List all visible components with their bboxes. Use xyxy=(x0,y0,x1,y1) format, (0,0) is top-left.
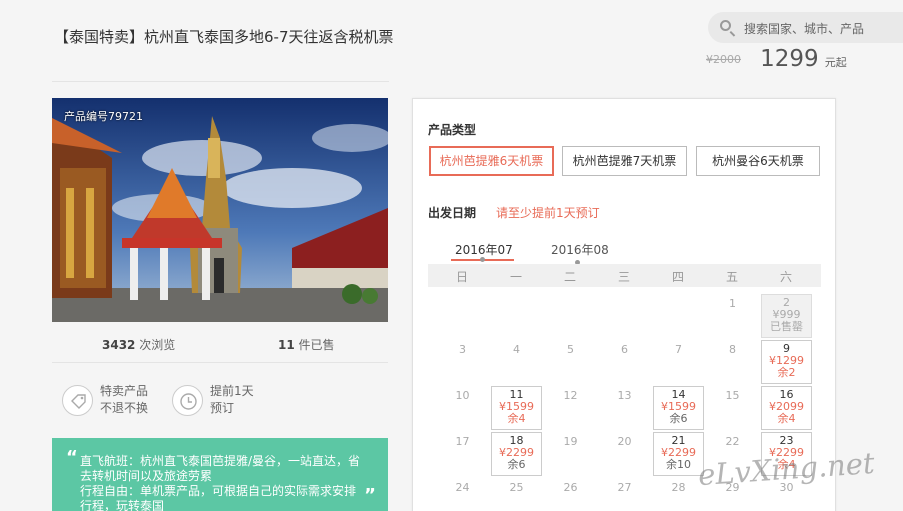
type-option[interactable]: 杭州芭提雅6天机票 xyxy=(429,146,554,176)
sold-count: 11 xyxy=(278,338,295,352)
stats-divider xyxy=(52,362,388,363)
search-box[interactable]: 搜索国家、城市、产品 xyxy=(708,12,903,43)
weekday-label: 三 xyxy=(617,270,630,284)
feature-line2: 不退不换 xyxy=(100,401,149,415)
calendar-day: 1 xyxy=(729,297,736,310)
calendar-day: 22 xyxy=(725,435,740,448)
calendar-day: 20 xyxy=(617,435,632,448)
calendar-day: 6 xyxy=(621,343,628,356)
calendar-day: 17 xyxy=(455,435,470,448)
sold-label: 件已售 xyxy=(298,338,335,352)
calendar-day-cell[interactable]: 11 ¥1599 余4 xyxy=(491,386,542,430)
notice-line: 行程自由：单机票产品，可根据自己的实际需求安排 xyxy=(80,484,357,498)
title-divider xyxy=(52,81,389,82)
current-price: 1299 xyxy=(760,46,819,72)
weekday-label: 六 xyxy=(779,270,792,284)
calendar-day-cell[interactable]: 21 ¥2299 余10 xyxy=(653,432,704,476)
notice-line: 去转机时间以及旅途劳累 xyxy=(80,469,213,483)
calendar-day: 5 xyxy=(567,343,574,356)
weekday-label: 一 xyxy=(509,270,522,284)
day-stock: 已售罄 xyxy=(770,320,803,333)
weekday-label: 五 xyxy=(725,270,738,284)
highlights-box: “ 直飞航班：杭州直飞泰国芭提雅/曼谷，一站直达，省 去转机时间以及旅途劳累 行… xyxy=(52,438,388,511)
clock-icon xyxy=(172,385,203,416)
month-tab-marker xyxy=(480,257,485,262)
search-input[interactable]: 搜索国家、城市、产品 xyxy=(744,20,864,37)
calendar-day-cell[interactable]: 16 ¥2099 余4 xyxy=(761,386,812,430)
calendar-day: 15 xyxy=(725,389,740,402)
day-stock: 余10 xyxy=(666,458,691,471)
product-photo: 产品编号79721 xyxy=(52,98,388,322)
calendar-day-cell[interactable]: 18 ¥2299 余6 xyxy=(491,432,542,476)
day-stock: 余6 xyxy=(669,412,688,425)
views-stat: 3432 次浏览 xyxy=(102,336,175,353)
departure-date-label: 出发日期 xyxy=(428,206,477,220)
notice-line: 行程，玩转泰国 xyxy=(80,499,165,511)
month-tab[interactable]: 2016年07 xyxy=(455,241,513,258)
type-option[interactable]: 杭州芭提雅7天机票 xyxy=(562,146,687,176)
tag-icon xyxy=(62,385,93,416)
calendar-day: 13 xyxy=(617,389,632,402)
calendar-day-cell: 2 ¥999 已售罄 xyxy=(761,294,812,338)
calendar-day: 4 xyxy=(513,343,520,356)
booking-panel: 产品类型 杭州芭提雅6天机票 杭州芭提雅7天机票 杭州曼谷6天机票 出发日期 请… xyxy=(412,98,836,511)
calendar-day: 12 xyxy=(563,389,578,402)
calendar-day: 10 xyxy=(455,389,470,402)
calendar-day-cell[interactable]: 9 ¥1299 余2 xyxy=(761,340,812,384)
day-stock: 余4 xyxy=(777,412,796,425)
product-code: 产品编号79721 xyxy=(64,110,143,123)
views-label: 次浏览 xyxy=(139,338,176,352)
product-title: 【泰国特卖】杭州直飞泰国多地6-7天往返含税机票 xyxy=(54,28,394,46)
month-tab[interactable]: 2016年08 xyxy=(551,241,609,258)
product-type-label: 产品类型 xyxy=(428,123,477,137)
price-block: ¥2000 1299 元起 xyxy=(706,46,847,72)
calendar-day: 3 xyxy=(459,343,466,356)
price-unit: 元起 xyxy=(824,56,847,69)
day-stock: 余2 xyxy=(777,366,796,379)
calendar-day: 19 xyxy=(563,435,578,448)
quote-close-icon: ” xyxy=(364,485,376,506)
calendar-day: 24 xyxy=(455,481,470,494)
day-stock: 余6 xyxy=(507,458,526,471)
feature-line1: 提前1天 xyxy=(210,384,254,398)
original-price: ¥2000 xyxy=(706,53,741,66)
calendar-day-cell[interactable]: 14 ¥1599 余6 xyxy=(653,386,704,430)
weekday-label: 四 xyxy=(671,270,684,284)
day-stock: 余4 xyxy=(507,412,526,425)
calendar-day: 25 xyxy=(509,481,524,494)
type-option[interactable]: 杭州曼谷6天机票 xyxy=(696,146,820,176)
calendar-day: 7 xyxy=(675,343,682,356)
calendar-day: 8 xyxy=(729,343,736,356)
search-icon[interactable] xyxy=(720,20,731,31)
feature-line2: 预订 xyxy=(210,401,235,415)
calendar-day: 28 xyxy=(671,481,686,494)
page: 【泰国特卖】杭州直飞泰国多地6-7天往返含税机票 搜索国家、城市、产品 ¥200… xyxy=(0,0,903,511)
quote-open-icon: “ xyxy=(66,447,78,468)
notice-line: 直飞航班：杭州直飞泰国芭提雅/曼谷，一站直达，省 xyxy=(80,454,361,468)
date-hint: 请至少提前1天预订 xyxy=(496,206,600,220)
views-count: 3432 xyxy=(102,338,136,352)
feature-line1: 特卖产品 xyxy=(100,384,149,398)
calendar-day: 27 xyxy=(617,481,632,494)
weekday-label: 日 xyxy=(455,270,468,284)
sold-stat: 11 件已售 xyxy=(278,336,335,353)
calendar-day: 26 xyxy=(563,481,578,494)
weekday-label: 二 xyxy=(563,270,576,284)
